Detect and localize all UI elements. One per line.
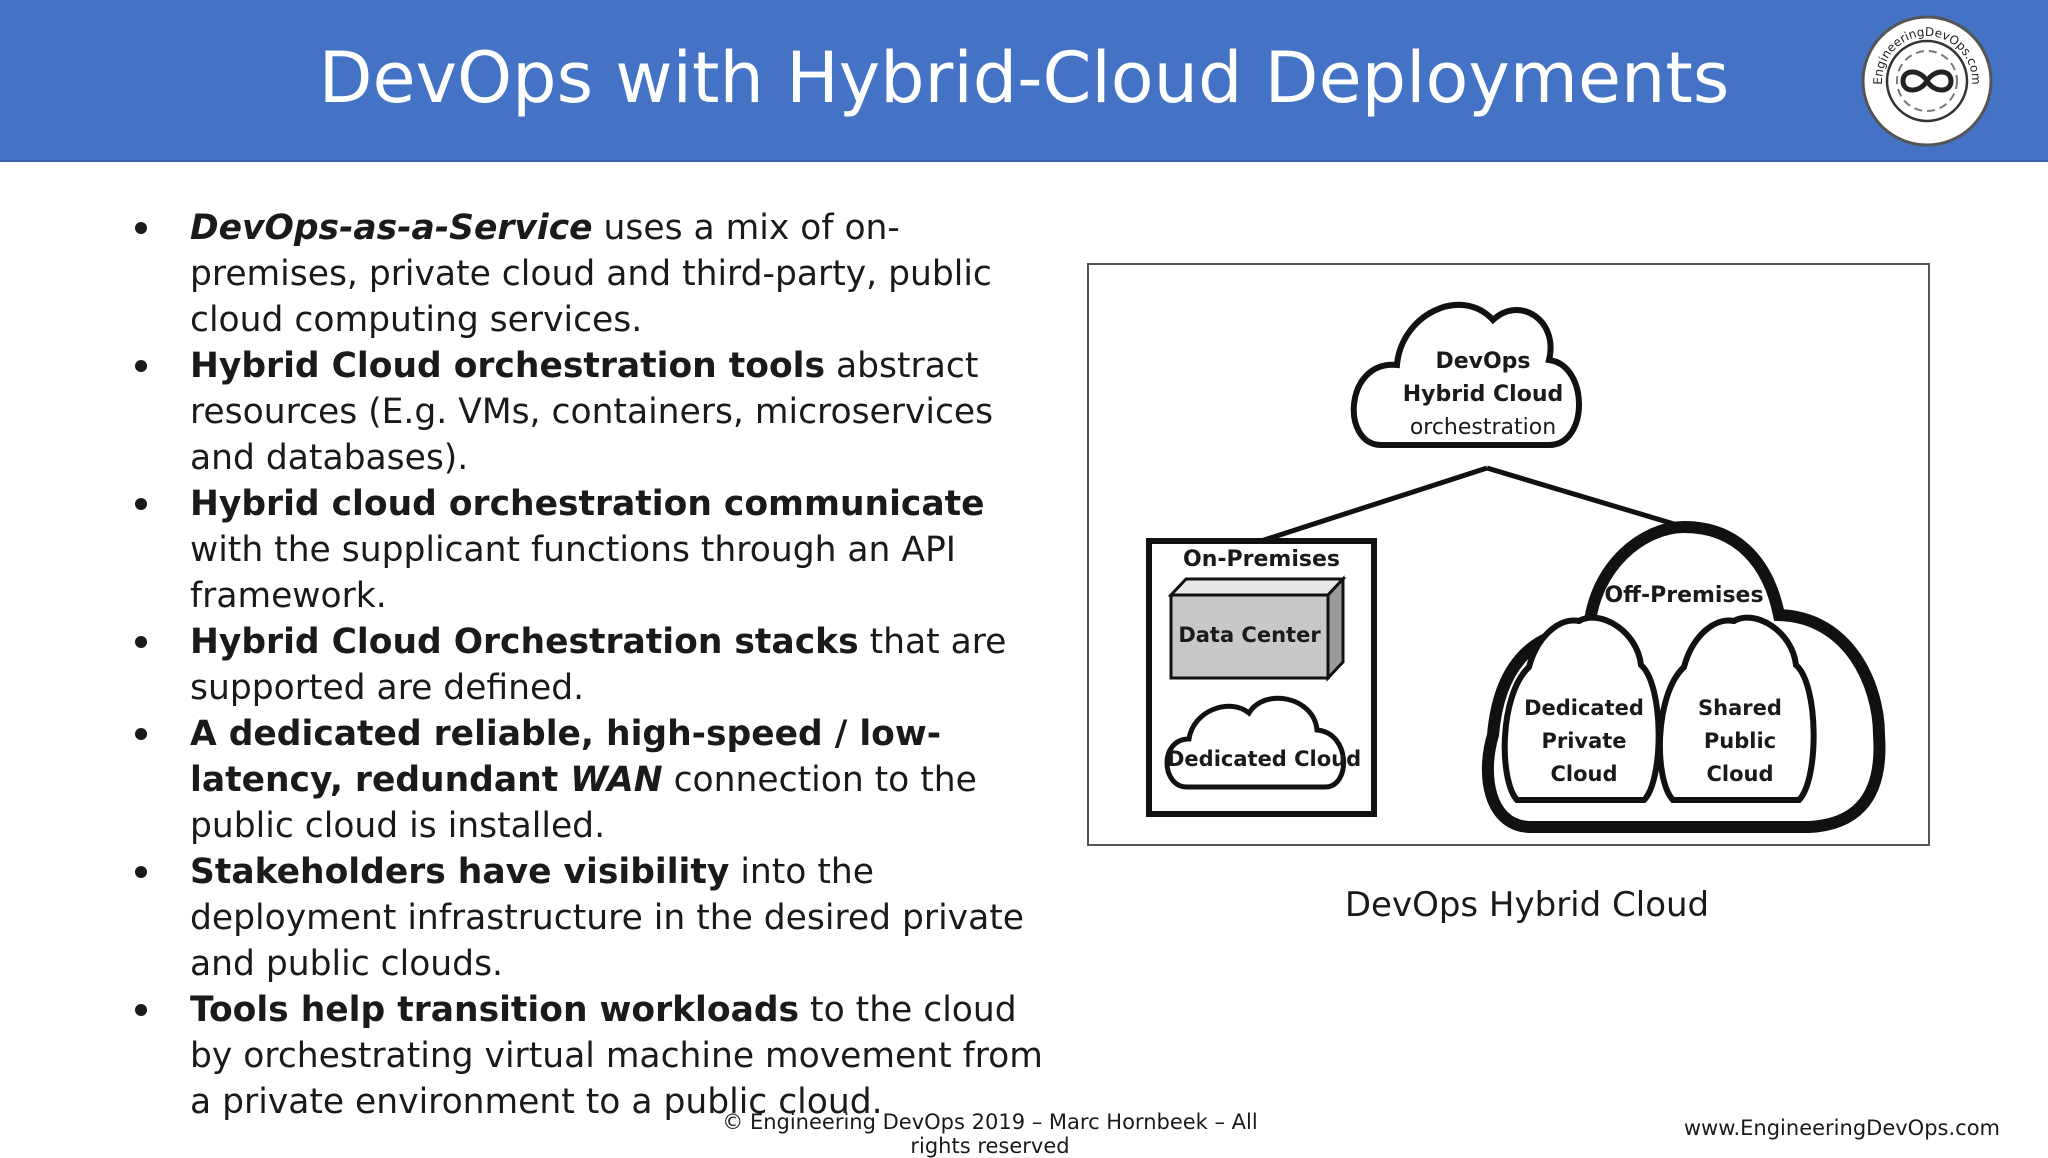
data-center-top — [1167, 577, 1347, 597]
bullet-emphasis: Stakeholders have visibility — [190, 852, 730, 892]
on-premises-label: On-Premises — [1183, 547, 1340, 572]
bullet-dot — [135, 636, 147, 648]
title-bar: DevOps with Hybrid-Cloud Deployments Eng… — [0, 0, 2048, 162]
engineering-devops-logo: EngineeringDevOps.com — [1861, 15, 1993, 147]
bullet-list: DevOps-as-a-Service uses a mix of on-pre… — [135, 205, 1050, 1125]
connector-line-left — [1260, 465, 1488, 544]
bullet-emphasis: DevOps-as-a-Service — [190, 208, 593, 248]
footer-copyright: © Engineering DevOps 2019 – Marc Hornbee… — [722, 1110, 1258, 1158]
dedicated-private-cloud-label: Dedicated Private Cloud — [1509, 692, 1659, 791]
off-premises-label: Off-Premises — [1604, 583, 1764, 608]
dedicated-private-line-3: Cloud — [1550, 762, 1618, 786]
bullet-item: Hybrid cloud orchestration communicate w… — [135, 481, 1050, 619]
bullet-item: Hybrid Cloud Orchestration stacks that a… — [135, 619, 1050, 711]
shared-public-line-3: Cloud — [1706, 762, 1774, 786]
dedicated-cloud-label: Dedicated Cloud — [1167, 747, 1362, 771]
bullet-item: A dedicated reliable, high-speed / low-l… — [135, 711, 1050, 849]
shared-public-line-2: Public — [1703, 729, 1777, 753]
bullet-item: Hybrid Cloud orchestration tools abstrac… — [135, 343, 1050, 481]
bullet-dot — [135, 498, 147, 510]
bullet-item: Tools help transition workloads to the c… — [135, 987, 1050, 1125]
slide-title: DevOps with Hybrid-Cloud Deployments — [318, 37, 1730, 119]
bullet-dot — [135, 866, 147, 878]
top-cloud-label: DevOps Hybrid Cloud orchestration — [1389, 345, 1577, 444]
bullet-dot — [135, 360, 147, 372]
bullet-item: DevOps-as-a-Service uses a mix of on-pre… — [135, 205, 1050, 343]
bullet-dot — [135, 1004, 147, 1016]
bullet-emphasis-italic: WAN — [570, 760, 663, 800]
shared-public-line-1: Shared — [1698, 696, 1782, 720]
data-center-label: Data Center — [1178, 623, 1321, 647]
bullet-emphasis: Tools help transition workloads — [190, 990, 800, 1030]
bullet-emphasis: Hybrid cloud orchestration communicate — [190, 484, 985, 524]
data-center-side — [1326, 575, 1345, 682]
bullet-dot — [135, 222, 147, 234]
bullet-dot — [135, 728, 147, 740]
diagram-caption: DevOps Hybrid Cloud — [1344, 885, 1710, 925]
dedicated-private-line-1: Dedicated — [1524, 696, 1644, 720]
shared-public-cloud-label: Shared Public Cloud — [1665, 692, 1815, 791]
connector-line-right — [1486, 465, 1685, 530]
top-cloud-line-1: DevOps — [1435, 349, 1531, 374]
hybrid-cloud-diagram: DevOps Hybrid Cloud orchestration On-Pre… — [1087, 263, 1930, 846]
bullet-text: with the supplicant functions through an… — [190, 530, 956, 616]
top-cloud-line-2: Hybrid Cloud — [1402, 382, 1564, 407]
footer-url[interactable]: www.EngineeringDevOps.com — [1684, 1116, 2000, 1140]
top-cloud-line-3: orchestration — [1409, 415, 1557, 440]
bullet-emphasis: Hybrid Cloud orchestration tools — [190, 346, 826, 386]
bullet-item: Stakeholders have visibility into the de… — [135, 849, 1050, 987]
dedicated-private-line-2: Private — [1541, 729, 1627, 753]
bullet-emphasis: Hybrid Cloud Orchestration stacks — [190, 622, 859, 662]
